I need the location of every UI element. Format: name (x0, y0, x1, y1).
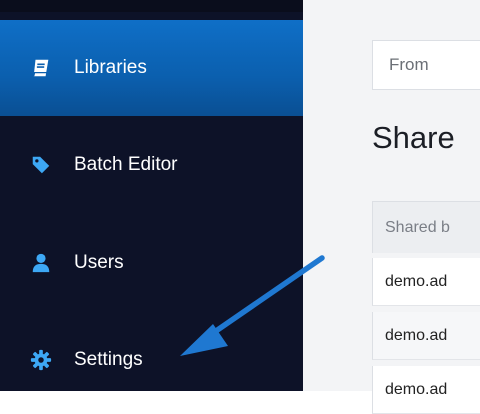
table-cell-shared-by: demo.ad (385, 380, 448, 398)
sidebar-item-label: Settings (74, 349, 143, 370)
sidebar-item-label: Users (74, 252, 124, 273)
sidebar-top-strip (0, 0, 303, 12)
table-row[interactable]: demo.ad (372, 312, 480, 360)
table-header-shared-by[interactable]: Shared b (372, 201, 480, 253)
table-row[interactable]: demo.ad (372, 366, 480, 414)
table-row[interactable]: demo.ad (372, 258, 480, 306)
page-title: Share (372, 120, 455, 155)
from-field[interactable]: From (372, 40, 480, 90)
gear-icon (30, 349, 52, 371)
from-field-placeholder: From (389, 55, 429, 74)
sidebar: Libraries Batch Editor Users Settings (0, 0, 303, 391)
sidebar-item-batch-editor[interactable]: Batch Editor (0, 117, 303, 213)
tag-icon (30, 154, 52, 176)
sidebar-item-libraries[interactable]: Libraries (0, 20, 303, 116)
sidebar-item-label: Libraries (74, 57, 147, 78)
sidebar-item-settings[interactable]: Settings (0, 312, 303, 408)
table-cell-shared-by: demo.ad (385, 326, 448, 344)
user-icon (30, 252, 52, 274)
sidebar-item-label: Batch Editor (74, 154, 178, 175)
book-icon (30, 57, 52, 79)
table-cell-shared-by: demo.ad (385, 272, 448, 290)
sidebar-item-users[interactable]: Users (0, 215, 303, 311)
